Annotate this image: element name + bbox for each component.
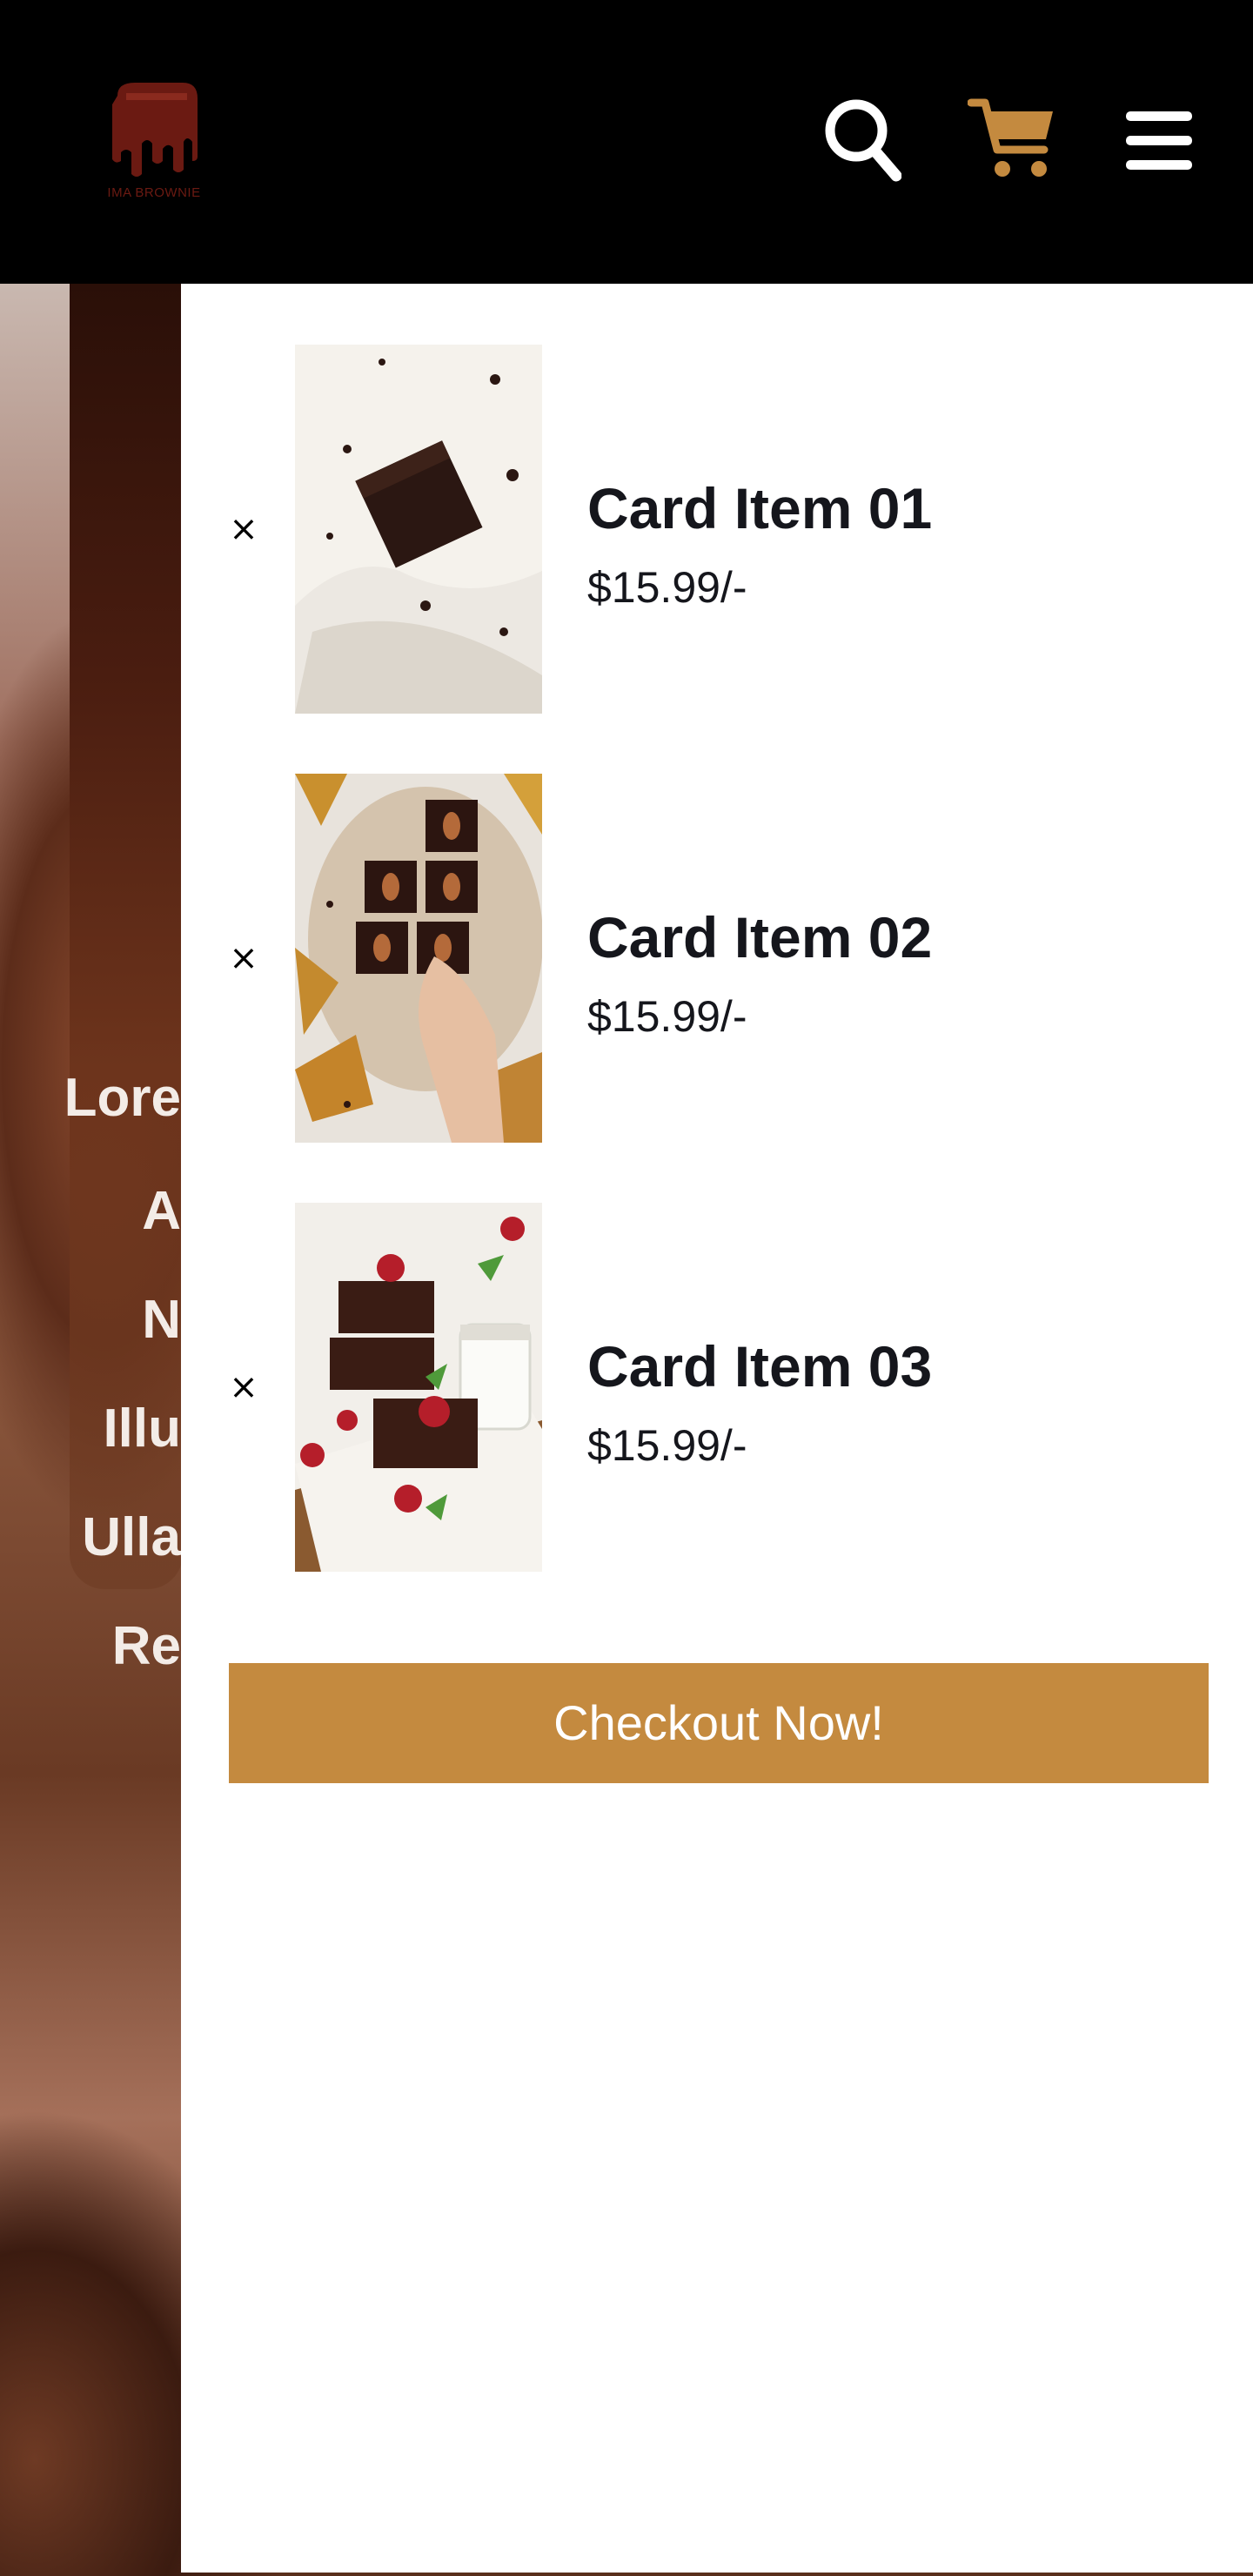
hero-text-line-3: N — [142, 1290, 181, 1350]
hero-text-line-2: A — [142, 1181, 181, 1241]
cart-item-title: Card Item 02 — [587, 905, 933, 969]
site-header: IMA BROWNIE — [0, 0, 1253, 284]
hero-text-line-5: Ulla — [82, 1507, 181, 1567]
cart-item-title: Card Item 01 — [587, 476, 933, 540]
remove-item-button[interactable]: × — [224, 510, 263, 548]
cart-item-title: Card Item 03 — [587, 1334, 933, 1399]
remove-item-button[interactable]: × — [224, 939, 263, 977]
cart-item-price: $15.99/- — [587, 1421, 747, 1470]
cart-item: × — [181, 1203, 1253, 1572]
cart-item: × — [181, 774, 1253, 1143]
hero-text-line-6: Re — [111, 1616, 181, 1676]
hero-text-line-4: Illu — [103, 1399, 181, 1459]
cart-item: × Card Item 01 $15.99/- — [181, 345, 1253, 714]
cart-item-image — [295, 1203, 542, 1572]
brand-logo[interactable]: IMA BROWNIE — [100, 74, 208, 205]
cart-item-price: $15.99/- — [587, 992, 747, 1041]
logo-text: IMA BROWNIE — [107, 185, 201, 200]
remove-item-button[interactable]: × — [224, 1368, 263, 1406]
hero-text-line-1: Lore — [64, 1068, 181, 1128]
checkout-button[interactable]: Checkout Now! — [229, 1663, 1209, 1783]
chocolate-drip-image — [70, 284, 183, 1589]
cart-item-image — [295, 774, 542, 1143]
search-icon[interactable] — [821, 96, 902, 183]
cart-icon[interactable] — [967, 96, 1056, 179]
menu-icon[interactable] — [1124, 108, 1194, 174]
brownie-logo-icon — [112, 83, 198, 177]
cart-panel: × Card Item 01 $15.99/- × Card Item 02 $… — [181, 284, 1253, 2573]
cart-item-image — [295, 345, 542, 714]
cart-item-price: $15.99/- — [587, 563, 747, 612]
